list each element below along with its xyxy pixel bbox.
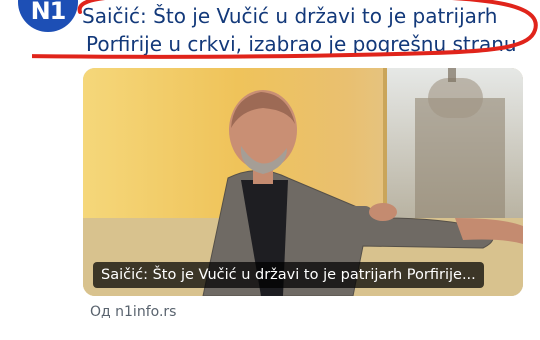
link-source[interactable]: Од n1info.rs bbox=[90, 304, 176, 320]
red-annotation-scribble bbox=[32, 0, 538, 59]
link-caption: Saičić: Što je Vučić u državi to je patr… bbox=[93, 262, 484, 288]
post-headline: Saičić: Što je Vučić u državi to je patr… bbox=[32, 0, 538, 64]
link-preview-card[interactable]: Saičić: Što je Vučić u državi to je patr… bbox=[83, 68, 523, 296]
